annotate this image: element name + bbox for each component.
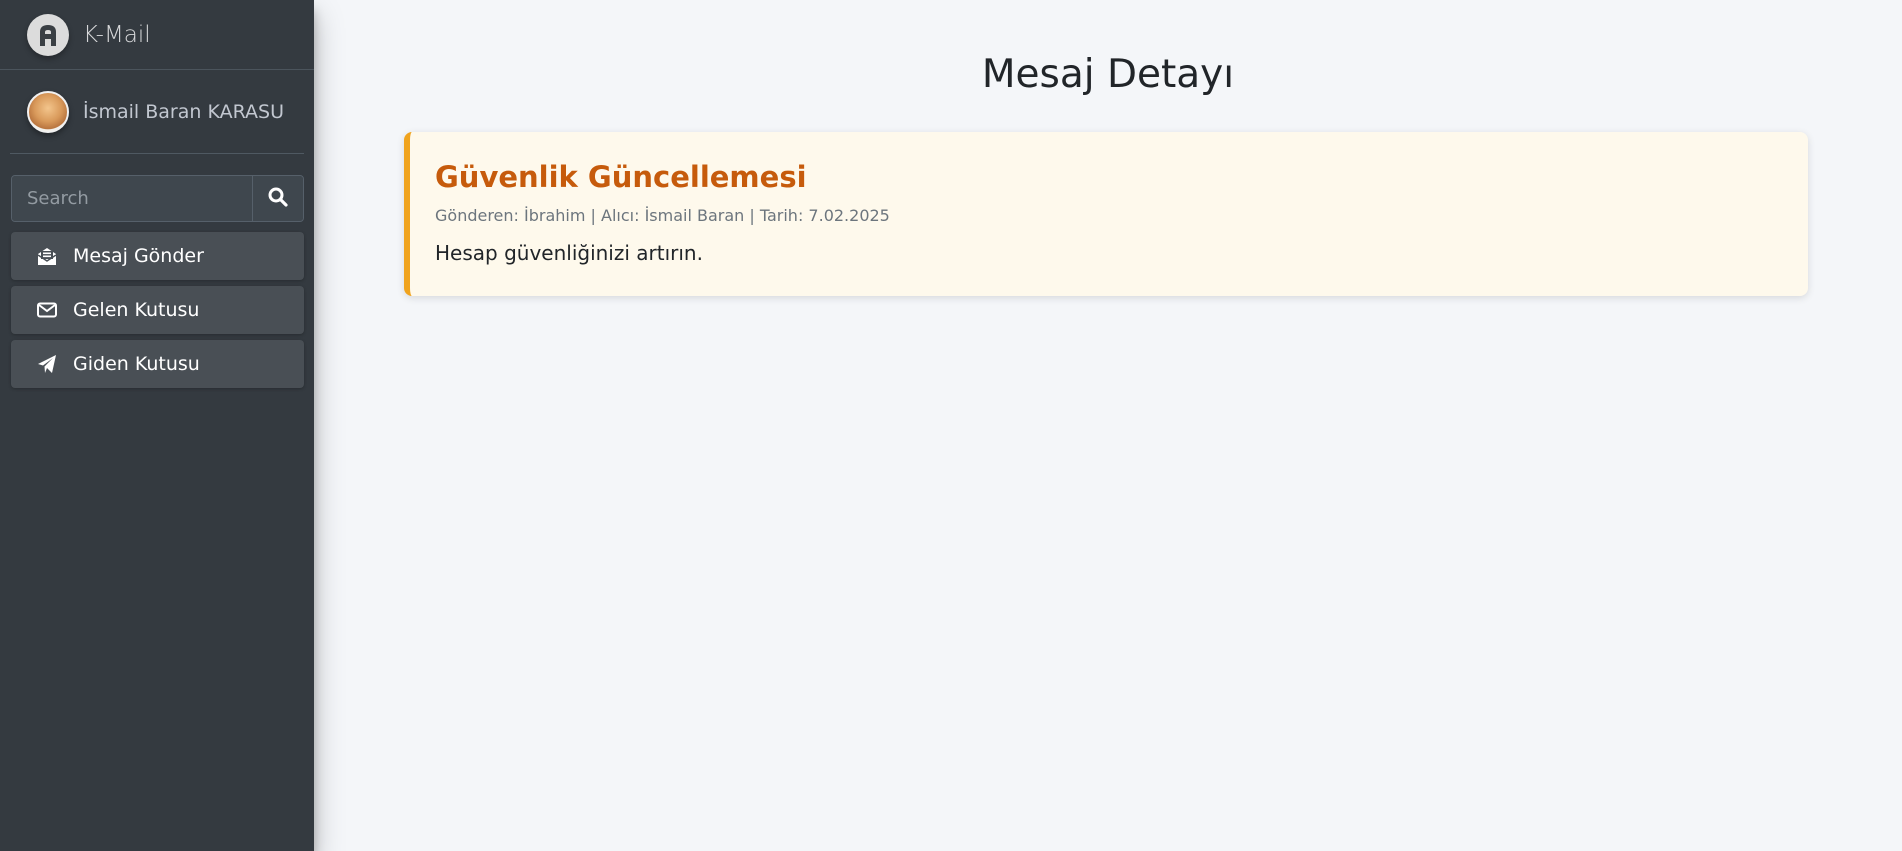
brand-logo-icon [27, 13, 69, 56]
sidebar-nav: Mesaj Gönder Gelen Kutusu Giden Kutusu [0, 232, 314, 388]
page-title: Mesaj Detayı [981, 52, 1235, 97]
search-input[interactable] [12, 176, 252, 221]
sidebar-item-giden-kutusu[interactable]: Giden Kutusu [11, 340, 304, 388]
main-content: Mesaj Detayı Güvenlik Güncellemesi Gönde… [314, 0, 1902, 851]
paper-plane-icon [35, 352, 59, 376]
envelope-open-text-icon [35, 244, 59, 268]
sidebar-item-label: Giden Kutusu [73, 353, 200, 375]
brand-name: K-Mail [83, 21, 151, 48]
message-body: Hesap güvenliğinizi artırın. [435, 241, 703, 265]
sidebar-item-mesaj-gonder[interactable]: Mesaj Gönder [11, 232, 304, 280]
search-icon [268, 187, 288, 210]
user-name[interactable]: İsmail Baran KARASU [83, 101, 284, 123]
user-panel[interactable]: İsmail Baran KARASU [10, 70, 304, 154]
avatar [27, 90, 69, 133]
sidebar: K-Mail İsmail Baran KARASU Search Mesaj … [0, 0, 314, 851]
sidebar-item-gelen-kutusu[interactable]: Gelen Kutusu [11, 286, 304, 334]
message-meta: Gönderen: İbrahim | Alıcı: İsmail Baran … [435, 206, 890, 225]
envelope-icon [35, 298, 59, 322]
sidebar-search [11, 175, 304, 222]
search-button[interactable] [252, 176, 303, 221]
brand-link[interactable]: K-Mail [0, 0, 314, 70]
sidebar-item-label: Gelen Kutusu [73, 299, 200, 321]
message-subject: Güvenlik Güncellemesi [435, 160, 807, 194]
sidebar-item-label: Mesaj Gönder [73, 245, 204, 267]
message-card: Güvenlik Güncellemesi Gönderen: İbrahim … [404, 132, 1808, 296]
